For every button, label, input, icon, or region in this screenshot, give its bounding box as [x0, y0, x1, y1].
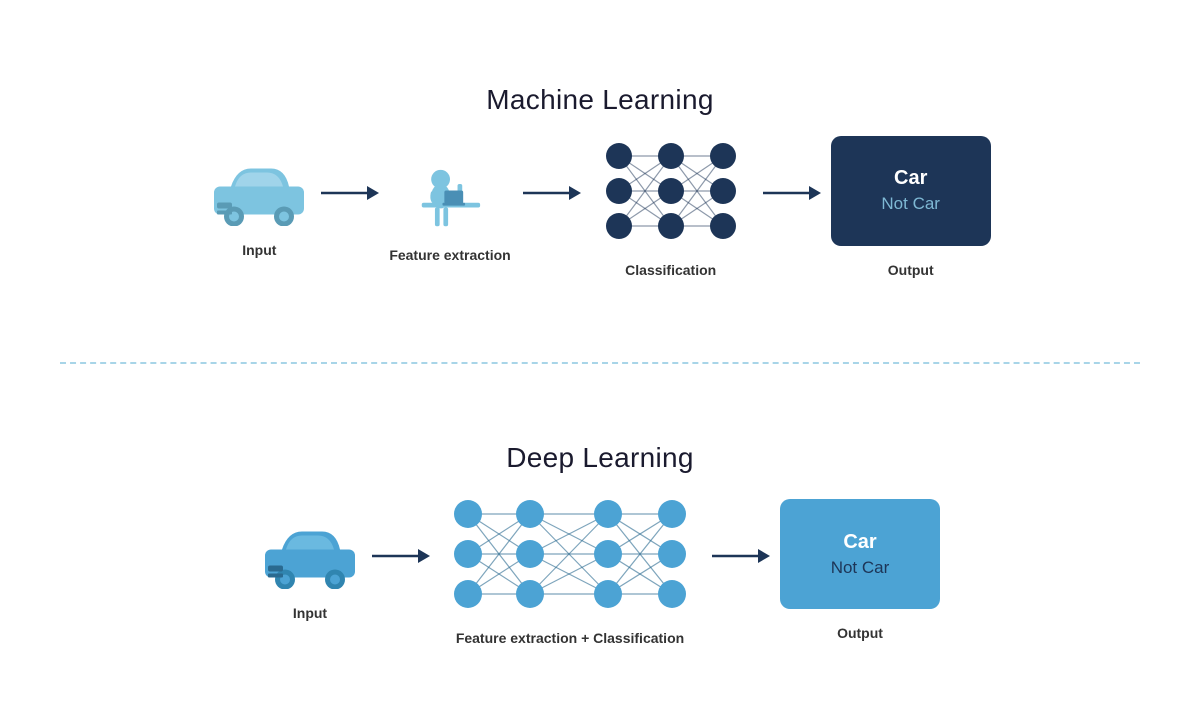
dl-arrow-2: [710, 541, 770, 571]
dl-input-item: Input: [260, 519, 360, 621]
ml-classification-item: Classification: [591, 136, 751, 278]
dl-feature-class-item: Feature extraction + Classification: [440, 494, 700, 646]
ml-input-label: Input: [242, 242, 276, 258]
ml-output-box: Car Not Car: [831, 136, 991, 246]
dl-output-box: Car Not Car: [780, 499, 940, 609]
dl-output-label: Output: [837, 625, 883, 641]
dl-section: Deep Learning Input: [0, 364, 1200, 725]
ml-nn-icon: [591, 136, 751, 246]
ml-classification-label: Classification: [625, 262, 716, 278]
dl-output-notcar: Not Car: [831, 558, 890, 578]
ml-output-notcar: Not Car: [881, 194, 940, 214]
ml-person-icon: [410, 151, 490, 231]
ml-input-item: Input: [209, 156, 309, 258]
dl-nn-icon: [440, 494, 700, 614]
ml-output-label: Output: [888, 262, 934, 278]
dl-input-label: Input: [293, 605, 327, 621]
dl-output-car: Car: [843, 531, 876, 554]
dl-diagram-row: Input: [20, 494, 1180, 646]
ml-arrow-2: [521, 178, 581, 208]
ml-output-car: Car: [894, 167, 927, 190]
ml-output-item: Car Not Car Output: [831, 136, 991, 278]
ml-arrow-3: [761, 178, 821, 208]
ml-section: Machine Learning: [0, 0, 1200, 362]
ml-car-icon: [209, 156, 309, 226]
main-container: Machine Learning: [0, 0, 1200, 725]
ml-title: Machine Learning: [486, 84, 713, 116]
ml-feature-item: Feature extraction: [389, 151, 510, 263]
dl-car-icon: [260, 519, 360, 589]
dl-title: Deep Learning: [506, 442, 694, 474]
dl-output-item: Car Not Car Output: [780, 499, 940, 641]
dl-arrow-1: [370, 541, 430, 571]
ml-feature-label: Feature extraction: [389, 247, 510, 263]
dl-feature-class-label: Feature extraction + Classification: [456, 630, 684, 646]
ml-arrow-1: [319, 178, 379, 208]
ml-diagram-row: Input: [20, 136, 1180, 278]
